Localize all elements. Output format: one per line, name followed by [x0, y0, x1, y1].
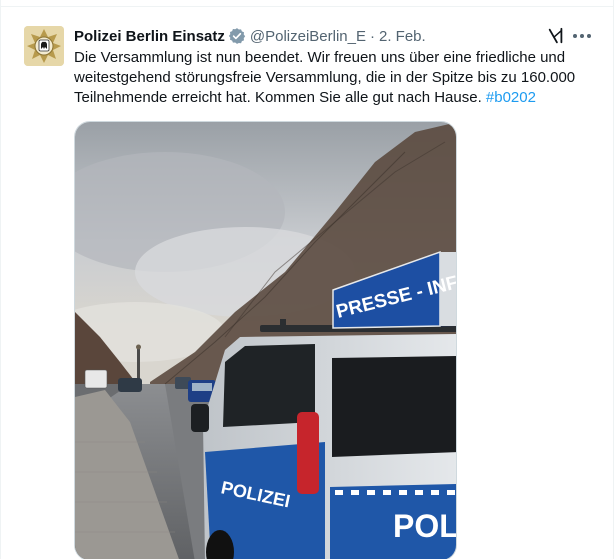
handle[interactable]: @PolizeiBerlin_E	[250, 28, 366, 45]
distant-car	[118, 378, 142, 392]
tweet-date[interactable]: 2. Feb.	[379, 28, 426, 45]
tweet-photo[interactable]: POLIZEI POL PRESSE - INFO	[74, 121, 457, 559]
tweet-text-line: weitestgehend störungsfreie Versammlung,…	[74, 69, 576, 86]
distant-van	[84, 369, 108, 389]
tweet-text: Die Versammlung ist nun beendet. Wir fre…	[74, 48, 594, 108]
tweet-header: Polizei Berlin Einsatz @PolizeiBerlin_E …	[74, 26, 426, 46]
berlin-bear-police-star-icon	[24, 26, 64, 66]
verified-badge-icon	[228, 27, 246, 45]
grok-button[interactable]	[546, 26, 566, 46]
van-rear-text: POL	[393, 508, 457, 544]
avatar[interactable]	[24, 26, 64, 66]
photo-illustration: POLIZEI POL PRESSE - INFO	[75, 122, 457, 559]
hashtag-link[interactable]: #b0202	[486, 89, 536, 106]
grok-icon	[548, 27, 563, 44]
display-name[interactable]: Polizei Berlin Einsatz	[74, 28, 225, 45]
more-options-icon	[573, 34, 591, 38]
more-options-button[interactable]	[570, 26, 594, 46]
tweet-text-segment: Teilnehmende erreicht hat. Kommen Sie al…	[74, 89, 486, 106]
tweet-text-line: Die Versammlung ist nun beendet. Wir fre…	[74, 49, 566, 66]
tweet-text-line: Teilnehmende erreicht hat. Kommen Sie al…	[74, 88, 594, 108]
separator-dot: ·	[370, 27, 375, 45]
left-border	[0, 0, 1, 559]
top-divider	[0, 6, 614, 7]
